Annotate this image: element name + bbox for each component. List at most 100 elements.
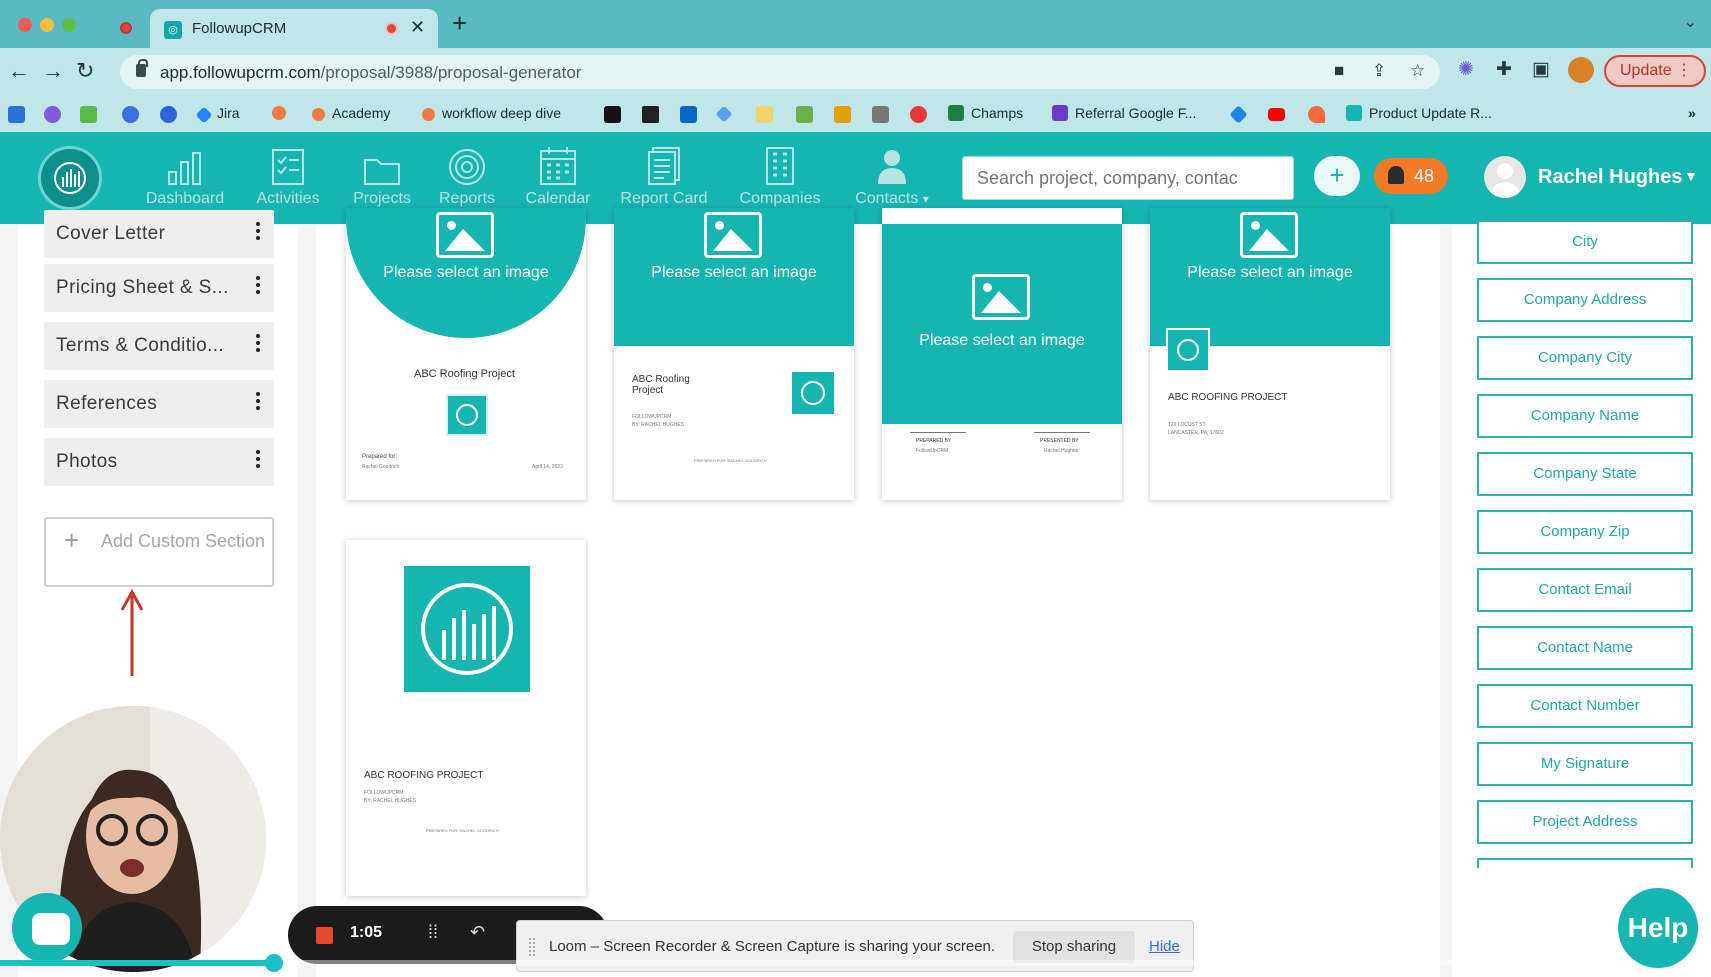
bookmark-academy[interactable]: Academy bbox=[312, 105, 390, 121]
google-drive-icon[interactable] bbox=[1229, 105, 1248, 124]
arrow-bookmark-icon[interactable] bbox=[1308, 106, 1325, 123]
user-avatar[interactable] bbox=[1484, 156, 1526, 198]
section-terms-conditions[interactable]: Terms & Conditio... bbox=[44, 322, 274, 370]
extension-badge-icon[interactable]: ✺ bbox=[1458, 58, 1474, 81]
template-card-3[interactable]: Please select an image PREPARED BY Follo… bbox=[882, 208, 1122, 500]
image-bookmark-icon[interactable] bbox=[796, 106, 813, 123]
address-bar[interactable]: app.followupcrm.com/proposal/3988/propos… bbox=[120, 55, 1440, 89]
new-tab-button[interactable]: + bbox=[452, 8, 467, 39]
user-name[interactable]: Rachel Hughes bbox=[1538, 166, 1682, 189]
notifications-button[interactable]: 48 bbox=[1374, 158, 1448, 194]
field-my-signature[interactable]: My Signature bbox=[1477, 742, 1693, 786]
heart-icon[interactable] bbox=[910, 106, 927, 123]
field-next-partial[interactable] bbox=[1477, 858, 1693, 868]
field-contact-email[interactable]: Contact Email bbox=[1477, 568, 1693, 612]
search-input[interactable] bbox=[962, 156, 1294, 200]
forward-icon[interactable]: → bbox=[42, 58, 64, 84]
nav-projects[interactable]: Projects bbox=[346, 142, 418, 208]
nav-activities[interactable]: Activities bbox=[248, 142, 328, 208]
bookmark-referral-google-form[interactable]: Referral Google F... bbox=[1052, 105, 1196, 121]
more-options-icon[interactable] bbox=[256, 334, 260, 355]
nav-companies[interactable]: Companies bbox=[734, 142, 826, 208]
nav-report-card[interactable]: Report Card bbox=[614, 142, 714, 208]
bookmark-jira[interactable]: Jira bbox=[195, 105, 240, 124]
field-company-state[interactable]: Company State bbox=[1477, 452, 1693, 496]
youtube-icon[interactable] bbox=[1268, 108, 1285, 121]
outlook-bookmark-icon[interactable] bbox=[8, 106, 25, 123]
bookmark-workflow-deep-dive[interactable]: workflow deep dive bbox=[422, 105, 561, 121]
field-company-city[interactable]: Company City bbox=[1477, 336, 1693, 380]
side-panel-icon[interactable]: ▣ bbox=[1532, 58, 1550, 81]
camera-icon[interactable]: ■ bbox=[1334, 61, 1344, 81]
recording-indicator-icon bbox=[120, 22, 132, 34]
template-card-4[interactable]: Please select an image ABC ROOFING PROJE… bbox=[1150, 208, 1390, 500]
browser-tab[interactable]: ◎ FollowupCRM ✕ bbox=[150, 9, 438, 48]
nav-contacts[interactable]: Contacts ▾ bbox=[842, 142, 942, 208]
extensions-puzzle-icon[interactable]: ✚ bbox=[1496, 58, 1512, 81]
update-button[interactable]: Update ⋮ bbox=[1604, 55, 1706, 87]
nav-reports[interactable]: Reports bbox=[432, 142, 502, 208]
notion-bookmark-icon[interactable] bbox=[604, 106, 621, 123]
bookmark-star-icon[interactable]: ☆ bbox=[1410, 61, 1425, 81]
nav-calendar[interactable]: Calendar bbox=[518, 142, 598, 208]
stop-recording-icon[interactable] bbox=[316, 927, 333, 944]
field-project-address[interactable]: Project Address bbox=[1477, 800, 1693, 844]
close-window-button[interactable] bbox=[18, 18, 32, 32]
add-custom-section-button[interactable]: + Add Custom Section bbox=[44, 517, 274, 587]
template-card-5[interactable]: ABC ROOFING PROJECT FOLLOWUPCRM BY: RACH… bbox=[346, 540, 586, 896]
video-progress-bar[interactable] bbox=[0, 954, 1711, 972]
banana-icon[interactable] bbox=[756, 106, 773, 123]
c-bookmark-icon[interactable] bbox=[122, 106, 139, 123]
grid-dots-icon[interactable]: ⁞⁞ bbox=[428, 922, 438, 943]
drag-handle-icon[interactable] bbox=[529, 938, 535, 956]
graduation-cap-icon[interactable] bbox=[642, 106, 659, 123]
leaf-bookmark-icon[interactable] bbox=[80, 106, 97, 123]
trophy-icon[interactable] bbox=[834, 106, 851, 123]
diamond-icon[interactable] bbox=[715, 105, 733, 123]
quick-add-button[interactable]: + bbox=[1314, 156, 1360, 196]
share-icon[interactable]: ⇪ bbox=[1372, 61, 1386, 81]
tab-search-chevron-icon[interactable]: ⌄ bbox=[1684, 12, 1697, 32]
section-photos[interactable]: Photos bbox=[44, 438, 274, 486]
more-options-icon[interactable] bbox=[256, 392, 260, 413]
close-tab-icon[interactable]: ✕ bbox=[410, 17, 425, 38]
user-menu-chevron-icon[interactable]: ▼ bbox=[1684, 168, 1698, 184]
minimize-window-button[interactable] bbox=[40, 18, 54, 32]
more-bookmarks-icon[interactable]: » bbox=[1688, 105, 1696, 121]
bookmark-champs[interactable]: Champs bbox=[948, 105, 1023, 121]
card-title: ABC Roofing Project bbox=[632, 374, 690, 396]
more-options-icon[interactable] bbox=[256, 276, 260, 297]
followupcrm-logo-icon[interactable] bbox=[38, 146, 102, 210]
reload-icon[interactable]: ↻ bbox=[76, 58, 94, 84]
section-cover-letter[interactable]: Cover Letter bbox=[44, 210, 274, 258]
progress-handle[interactable] bbox=[264, 954, 283, 972]
bookmark-product-update[interactable]: Product Update R... bbox=[1346, 105, 1492, 121]
field-contact-number[interactable]: Contact Number bbox=[1477, 684, 1693, 728]
nav-dashboard[interactable]: Dashboard bbox=[142, 142, 228, 208]
c2-bookmark-icon[interactable] bbox=[160, 106, 177, 123]
undo-icon[interactable]: ↶ bbox=[470, 922, 485, 943]
hubspot-bookmark-icon[interactable] bbox=[272, 106, 286, 120]
back-icon[interactable]: ← bbox=[8, 58, 30, 84]
field-company-zip[interactable]: Company Zip bbox=[1477, 510, 1693, 554]
field-contact-name[interactable]: Contact Name bbox=[1477, 626, 1693, 670]
profile-avatar[interactable] bbox=[1568, 57, 1594, 83]
more-options-icon[interactable] bbox=[256, 450, 260, 471]
chat-support-icon[interactable] bbox=[12, 893, 82, 963]
template-card-2[interactable]: Please select an image ABC Roofing Proje… bbox=[614, 208, 854, 500]
more-options-icon[interactable] bbox=[256, 222, 260, 243]
field-company-name[interactable]: Company Name bbox=[1477, 394, 1693, 438]
field-city[interactable]: City bbox=[1477, 220, 1693, 264]
help-button[interactable]: Help bbox=[1618, 888, 1698, 968]
section-references[interactable]: References bbox=[44, 380, 274, 428]
hide-link[interactable]: Hide bbox=[1149, 938, 1180, 955]
field-company-address[interactable]: Company Address bbox=[1477, 278, 1693, 322]
section-pricing-sheet[interactable]: Pricing Sheet & S... bbox=[44, 264, 274, 312]
maximize-window-button[interactable] bbox=[62, 18, 76, 32]
stop-sharing-button[interactable]: Stop sharing bbox=[1013, 931, 1135, 963]
browser-toolbar: ← → ↻ app.followupcrm.com/proposal/3988/… bbox=[0, 48, 1711, 96]
microscope-icon[interactable] bbox=[872, 106, 889, 123]
template-card-1[interactable]: Please select an image ABC Roofing Proje… bbox=[346, 208, 586, 500]
gear-bookmark-icon[interactable] bbox=[44, 106, 61, 123]
linkedin-icon[interactable] bbox=[680, 106, 697, 123]
